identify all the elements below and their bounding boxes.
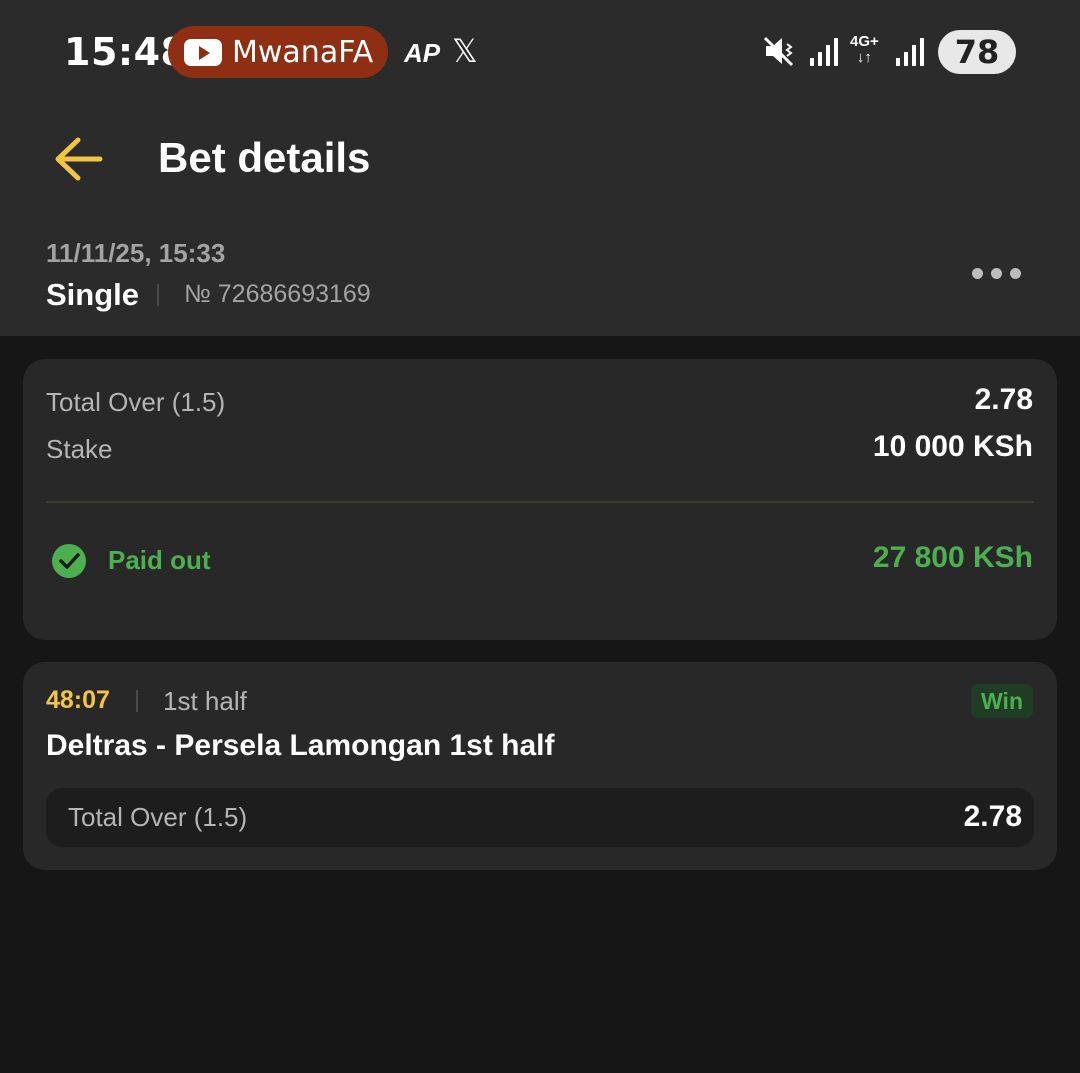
network-type-label: 4G+ xyxy=(850,33,879,50)
bet-date: 11/11/25, 15:33 xyxy=(46,238,226,268)
page-title: Bet details xyxy=(158,134,371,181)
bet-summary-card: Total Over (1.5) 2.78 Stake 10 000 KSh P… xyxy=(23,359,1057,640)
separator xyxy=(136,690,138,712)
stake-label: Stake xyxy=(46,434,113,464)
check-circle-icon xyxy=(51,543,87,584)
more-options-icon[interactable] xyxy=(972,268,1021,279)
divider xyxy=(46,501,1034,503)
mute-icon xyxy=(762,34,796,73)
payout-status: Paid out xyxy=(108,545,211,575)
signal-strength-icon xyxy=(808,36,838,73)
youtube-icon xyxy=(184,38,222,66)
data-arrows-icon: ↓↑ xyxy=(856,49,872,66)
bet-type: Single xyxy=(46,277,140,312)
ap-icon: AP xyxy=(404,38,441,68)
app-header: 15:48 MwanaFA AP 𝕏 4G+ ↓↑ 78 Bet details… xyxy=(0,0,1080,336)
outcome-odds: 2.78 xyxy=(963,800,1022,833)
youtube-notification-pill[interactable]: MwanaFA xyxy=(168,26,388,78)
bet-number: № 72686693169 xyxy=(184,280,371,308)
event-time: 48:07 xyxy=(46,686,110,714)
stake-value: 10 000 KSh xyxy=(872,430,1033,463)
battery-indicator: 78 xyxy=(938,30,1016,74)
outcome-row: Total Over (1.5) 2.78 xyxy=(46,788,1034,847)
x-icon: 𝕏 xyxy=(452,33,478,69)
separator xyxy=(157,284,159,306)
result-badge: Win xyxy=(971,684,1033,718)
notification-app-name: MwanaFA xyxy=(232,34,374,70)
battery-level: 78 xyxy=(954,33,1000,71)
market-odds: 2.78 xyxy=(974,383,1033,416)
market-label: Total Over (1.5) xyxy=(46,387,226,417)
event-card[interactable]: 48:07 1st half Win Deltras - Persela Lam… xyxy=(23,662,1057,870)
outcome-label: Total Over (1.5) xyxy=(68,802,248,832)
payout-amount: 27 800 KSh xyxy=(872,541,1033,574)
network-type-icon: 4G+ ↓↑ xyxy=(850,34,879,66)
back-arrow-icon[interactable] xyxy=(52,134,104,189)
event-period: 1st half xyxy=(163,686,247,716)
signal-strength-icon-2 xyxy=(894,36,924,73)
match-name: Deltras - Persela Lamongan 1st half xyxy=(46,729,555,762)
